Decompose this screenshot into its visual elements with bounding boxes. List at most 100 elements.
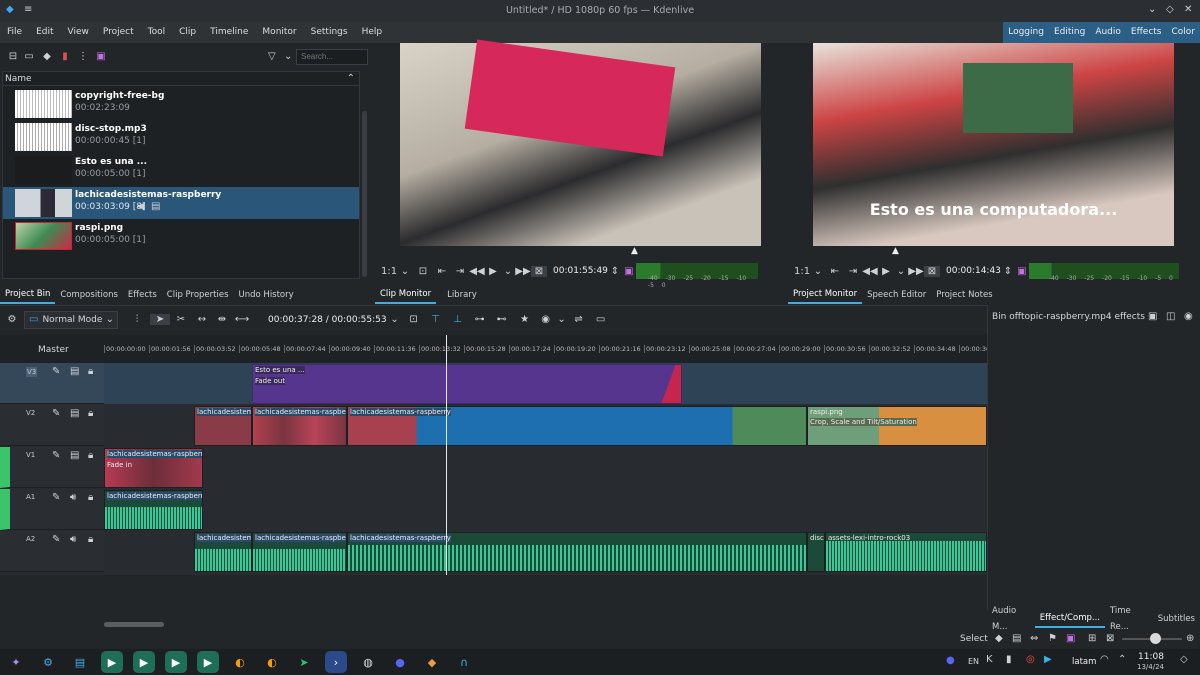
- more-icon[interactable]: ⋮: [74, 51, 92, 62]
- tag-icon[interactable]: ◆: [995, 633, 1003, 644]
- track-header-v3[interactable]: V3 ✎ ▤ 🔒︎: [0, 363, 104, 404]
- zoom-label[interactable]: 1:1: [381, 266, 397, 277]
- lock-icon[interactable]: 🔒︎: [88, 534, 93, 545]
- tag-icon[interactable]: ◆: [38, 51, 56, 62]
- eye-icon[interactable]: ◉: [1184, 311, 1193, 322]
- audio-clip[interactable]: lachicadesistemas-raspberry: [252, 532, 347, 572]
- firefox-icon[interactable]: ◐: [261, 651, 283, 673]
- effect-icon[interactable]: ✎: [52, 492, 60, 503]
- bin-item[interactable]: disc-stop.mp3 00:00:00:45 [1]: [3, 121, 359, 153]
- lock-icon[interactable]: 🔒︎: [88, 366, 93, 377]
- zoom-in-icon[interactable]: ⊕: [1186, 633, 1194, 644]
- preview-icon[interactable]: ⊞: [1088, 633, 1096, 644]
- effect-icon[interactable]: ✎: [52, 450, 60, 461]
- layout-editing[interactable]: Editing: [1049, 22, 1090, 43]
- kdenlive-icon[interactable]: ▶: [197, 651, 219, 673]
- record-icon[interactable]: ◉: [537, 314, 555, 325]
- menu-tool[interactable]: Tool: [141, 22, 172, 43]
- bin-item[interactable]: raspi.png 00:00:05:00 [1]: [3, 220, 359, 252]
- battery-icon[interactable]: ▮: [1006, 654, 1012, 665]
- headphones-icon[interactable]: ∩: [453, 651, 475, 673]
- ripple-tool-icon[interactable]: ⟷: [232, 314, 252, 325]
- minimize-icon[interactable]: ⌄: [1148, 4, 1156, 15]
- audio-clip[interactable]: lachicadesistemas-raspberry: [347, 532, 807, 572]
- favorite-icon[interactable]: ★: [513, 314, 537, 325]
- audio-clip[interactable]: assets-lexi-intro-rock03: [825, 532, 987, 572]
- effect-icon[interactable]: ✎: [52, 366, 60, 377]
- kdenlive-icon[interactable]: ▶: [101, 651, 123, 673]
- fit-zoom-icon[interactable]: ⊡: [403, 314, 425, 325]
- filter-icon[interactable]: ▽: [268, 51, 276, 62]
- add-clip-icon[interactable]: ⊟: [6, 51, 20, 62]
- tab-project-bin[interactable]: Project Bin: [0, 286, 56, 304]
- zoom-tool-icon[interactable]: ⊠: [531, 265, 547, 277]
- save-effect-icon[interactable]: ▣: [1148, 311, 1157, 322]
- zoom-dropdown-icon[interactable]: ⌄: [397, 266, 413, 277]
- play-icon[interactable]: ▶: [485, 266, 501, 277]
- menu-edit[interactable]: Edit: [29, 22, 60, 43]
- subtitle-icon[interactable]: ▭: [589, 314, 613, 325]
- overlay-icon[interactable]: ▣: [1066, 633, 1075, 644]
- clock-time[interactable]: 11:08: [1138, 652, 1164, 662]
- timecode-spin-icon[interactable]: ⇕: [608, 266, 622, 277]
- launcher-icon[interactable]: ✦: [5, 651, 27, 673]
- close-icon[interactable]: ✕: [1184, 4, 1192, 15]
- position-dropdown-icon[interactable]: ⌄: [387, 314, 403, 325]
- folder-icon[interactable]: ▭: [20, 51, 38, 62]
- tab-project-notes[interactable]: Project Notes: [931, 287, 997, 303]
- monitor-overlay-icon[interactable]: ▣: [1015, 266, 1029, 277]
- video-icon[interactable]: ▤: [151, 201, 160, 212]
- discord-tray-icon[interactable]: ●: [946, 655, 955, 666]
- timeline-playhead[interactable]: [446, 335, 447, 575]
- zoom-slider-handle[interactable]: [1150, 633, 1161, 644]
- mute-icon[interactable]: 🔊︎: [70, 492, 76, 503]
- project-monitor-video[interactable]: Esto es una computadora...: [813, 43, 1174, 246]
- timecode-spin-icon[interactable]: ⇕: [1001, 266, 1015, 277]
- play-icon[interactable]: ▶: [878, 266, 894, 277]
- razor-tool-icon[interactable]: ✂: [170, 314, 192, 325]
- video-clip-selected[interactable]: lachicadesistemas-raspberry: [347, 406, 807, 446]
- expand-tray-icon[interactable]: ⌃: [1118, 654, 1126, 665]
- bin-item[interactable]: copyright-free-bg 00:02:23:09: [3, 88, 359, 120]
- in-point-icon[interactable]: ⇤: [433, 266, 451, 277]
- zoom-label[interactable]: 1:1: [794, 266, 810, 277]
- store-icon[interactable]: ▤: [69, 651, 91, 673]
- hide-icon[interactable]: ▤: [70, 450, 79, 461]
- menu-monitor[interactable]: Monitor: [255, 22, 303, 43]
- tab-compositions[interactable]: Compositions: [55, 287, 123, 303]
- obs-icon[interactable]: ◍: [357, 651, 379, 673]
- tab-project-monitor[interactable]: Project Monitor: [788, 286, 863, 304]
- menu-timeline[interactable]: Timeline: [203, 22, 255, 43]
- discord-icon[interactable]: ●: [389, 651, 411, 673]
- title-clip[interactable]: Esto es una ... Fade out: [252, 364, 682, 404]
- rewind-icon[interactable]: ◀◀: [469, 266, 485, 277]
- language-indicator[interactable]: EN: [968, 657, 979, 666]
- out-point-icon[interactable]: ⇥: [451, 266, 469, 277]
- kdenlive-icon[interactable]: ▶: [165, 651, 187, 673]
- video-clip[interactable]: lachicadesistemas-raspberry Fade in: [104, 448, 203, 488]
- track-header-a1[interactable]: A1 ✎ 🔊︎ 🔒︎: [0, 489, 104, 530]
- lock-icon[interactable]: 🔒︎: [88, 450, 93, 461]
- audio-icon[interactable]: ◀: [137, 201, 145, 212]
- track-header-v1[interactable]: V1 ✎ ▤ 🔒︎: [0, 447, 104, 488]
- video-clip[interactable]: lachicadesistemas-raspberry: [252, 406, 347, 446]
- select-tool-icon[interactable]: ➤: [150, 314, 170, 325]
- extract-icon[interactable]: ⊷: [491, 314, 513, 325]
- spacer-tool-icon[interactable]: ↔: [192, 314, 212, 325]
- media-icon[interactable]: ▶: [1044, 654, 1052, 665]
- clip-monitor-video[interactable]: [400, 39, 761, 246]
- bin-column-name[interactable]: Name: [5, 74, 32, 84]
- tab-clip-properties[interactable]: Clip Properties: [162, 287, 234, 303]
- settings-app-icon[interactable]: ⚙: [37, 651, 59, 673]
- delete-icon[interactable]: ▮: [56, 51, 74, 62]
- menu-help[interactable]: Help: [355, 22, 390, 43]
- hide-icon[interactable]: ▤: [70, 408, 79, 419]
- wifi-icon[interactable]: ◠: [1100, 654, 1109, 665]
- show-desktop-icon[interactable]: ◇: [1180, 654, 1188, 665]
- lock-icon[interactable]: 🔒︎: [88, 408, 93, 419]
- lock-icon[interactable]: 🔒︎: [88, 492, 93, 503]
- clock-date[interactable]: 13/4/24: [1137, 663, 1164, 671]
- compare-icon[interactable]: ◫: [1166, 311, 1175, 322]
- sort-arrow-icon[interactable]: ⌃: [347, 73, 355, 84]
- timeline-position[interactable]: 00:00:37:28 / 00:00:55:53: [268, 315, 387, 325]
